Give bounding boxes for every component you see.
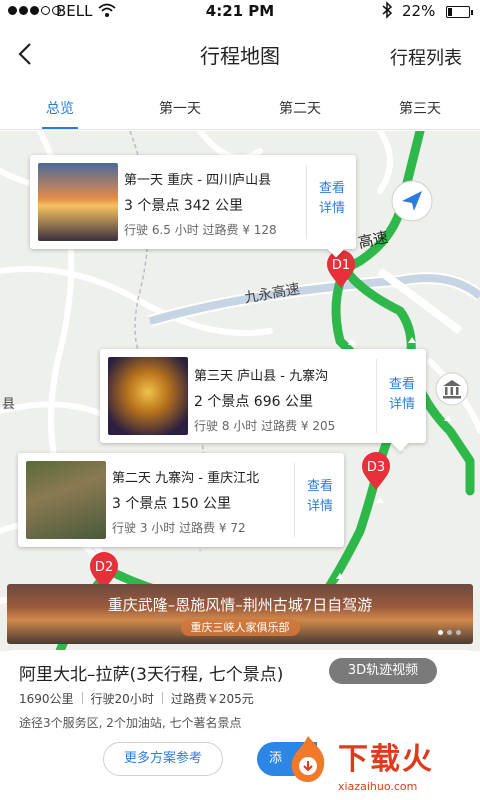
banner-page-indicator	[438, 630, 461, 635]
day-card-detail: 行驶 3 小时 过路费 ¥ 72	[112, 521, 246, 535]
day-card-detail: 行驶 8 小时 过路费 ¥ 205	[194, 419, 336, 433]
place-label: 县	[2, 397, 16, 412]
navigation-bar: 行程地图 行程列表	[0, 24, 480, 84]
status-bar: BELL 4:21 PM 22%	[0, 0, 480, 24]
itinerary-list-button[interactable]: 行程列表	[390, 44, 462, 70]
view-details-link[interactable]: 查看 详情	[298, 477, 342, 517]
day-card-summary: 3 个景点 342 公里	[124, 198, 243, 214]
day-card-title: 第三天 庐山县 - 九寨沟	[194, 369, 329, 384]
day-card-title: 第二天 九寨沟 - 重庆江北	[112, 471, 260, 486]
tab-day-2[interactable]: 第二天	[240, 84, 360, 129]
card-divider	[306, 165, 307, 239]
flame-logo-icon	[286, 734, 330, 784]
route-drive-time: 行驶20小时	[90, 692, 154, 706]
stat-divider	[81, 692, 83, 704]
day-card-summary: 2 个景点 696 公里	[194, 394, 313, 410]
view-details-link[interactable]: 查看 详情	[310, 179, 354, 219]
day-card-title: 第一天 重庆 - 四川庐山县	[124, 173, 272, 188]
3d-video-button[interactable]: 3D轨迹视频	[329, 658, 437, 684]
day-card-2[interactable]: 第二天 九寨沟 - 重庆江北 3 个景点 150 公里 行驶 3 小时 过路费 …	[18, 453, 344, 547]
watermark-name: 下载火	[338, 742, 434, 777]
pin-label: D1	[332, 258, 350, 273]
banner-club-label: 重庆三峡人家俱乐部	[180, 619, 300, 636]
route-title: 阿里大北–拉萨(3天行程, 七个景点)	[19, 665, 284, 685]
day-thumbnail	[108, 357, 188, 435]
route-stats: 1690公里 行驶20小时 过路费￥205元	[19, 690, 254, 707]
day-thumbnail	[26, 461, 106, 539]
more-plans-button[interactable]: 更多方案参考	[103, 742, 223, 776]
tab-day-3[interactable]: 第三天	[360, 84, 480, 129]
card-divider	[376, 359, 377, 433]
tab-overview[interactable]: 总览	[0, 84, 120, 129]
bluetooth-icon	[381, 1, 393, 23]
pin-label: D3	[367, 460, 385, 475]
watermark: 下载火 xiazaihuo.com	[280, 728, 480, 800]
banner-subtitle: 重庆三峡人家俱乐部	[7, 619, 473, 636]
day-card-3[interactable]: 第三天 庐山县 - 九寨沟 2 个景点 696 公里 行驶 8 小时 过路费 ¥…	[100, 349, 426, 452]
day-thumbnail	[38, 163, 118, 241]
landmark-icon[interactable]	[434, 371, 470, 407]
tab-day-1[interactable]: 第一天	[120, 84, 240, 129]
route-map[interactable]: 九永高速 高速 县 D1 D3 D2 第一天 重庆 - 四川庐山县 3 个景点 …	[0, 131, 480, 651]
view-details-link[interactable]: 查看 详情	[380, 375, 424, 415]
pin-icon-d1[interactable]: D1	[325, 249, 357, 289]
pin-label: D2	[95, 560, 113, 575]
day-tabs: 总览 第一天 第二天 第三天	[0, 84, 480, 130]
route-distance: 1690公里	[19, 692, 74, 706]
banner-title: 重庆武隆–恩施风情–荆州古城7日自驾游	[107, 596, 373, 614]
watermark-url: xiazaihuo.com	[338, 780, 418, 793]
stat-divider	[161, 692, 163, 704]
day-card-detail: 行驶 6.5 小时 过路费 ¥ 128	[124, 223, 277, 237]
card-divider	[294, 463, 295, 537]
battery-icon	[446, 6, 473, 18]
day-card-1[interactable]: 第一天 重庆 - 四川庐山县 3 个景点 342 公里 行驶 6.5 小时 过路…	[30, 155, 356, 258]
battery-percent: 22%	[402, 2, 436, 20]
route-via: 途径3个服务区, 2个加油站, 七个著名景点	[19, 716, 242, 730]
navigation-arrow-icon[interactable]	[390, 179, 434, 223]
pin-icon-d3[interactable]: D3	[360, 451, 392, 491]
day-card-summary: 3 个景点 150 公里	[112, 496, 231, 512]
route-toll: 过路费￥205元	[170, 692, 254, 706]
promo-banner[interactable]: 重庆武隆–恩施风情–荆州古城7日自驾游 重庆三峡人家俱乐部	[7, 584, 473, 644]
